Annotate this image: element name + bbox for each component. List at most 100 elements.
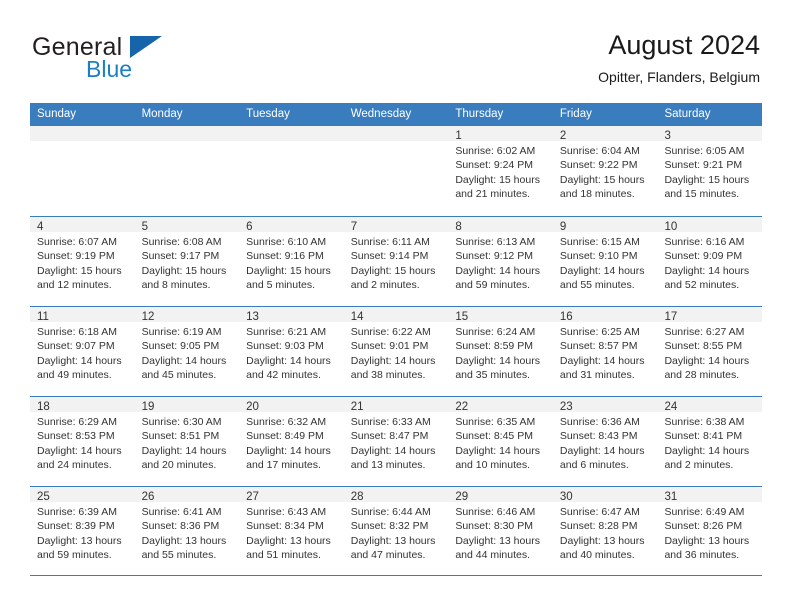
day-number: 5	[141, 221, 148, 233]
calendar-day-cell[interactable]: 10 Sunrise: 6:16 AM Sunset: 9:09 PM Dayligh…	[657, 217, 763, 306]
day-sun-info: Sunrise: 6:07 AM Sunset: 9:19 PM Daylight:…	[30, 232, 135, 293]
daylight-text-line2: and 24 minutes.	[37, 459, 112, 472]
sunset-text: Sunset: 9:14 PM	[350, 250, 429, 263]
calendar-day-cell[interactable]: 28 Sunrise: 6:44 AM Sunset: 8:32 PM Dayligh…	[343, 487, 449, 575]
sunset-text: Sunset: 9:09 PM	[664, 250, 743, 263]
daylight-text-line1: Daylight: 14 hours	[37, 444, 122, 457]
calendar-day-cell[interactable]: 11 Sunrise: 6:18 AM Sunset: 9:07 PM Dayligh…	[30, 307, 135, 396]
day-number-strip	[343, 126, 449, 141]
sunrise-text: Sunrise: 6:49 AM	[664, 506, 745, 518]
calendar-day-cell[interactable]: 24 Sunrise: 6:38 AM Sunset: 8:41 PM Dayligh…	[657, 397, 763, 486]
day-number-strip: 26	[134, 487, 240, 503]
calendar-day-cell-empty	[239, 126, 344, 216]
daylight-text-line1: Daylight: 15 hours	[246, 264, 331, 277]
sunset-text: Sunset: 8:55 PM	[664, 340, 743, 353]
calendar-day-cell[interactable]: 17 Sunrise: 6:27 AM Sunset: 8:55 PM Dayligh…	[657, 307, 763, 396]
day-number-strip: 8	[448, 217, 553, 233]
daylight-text-line1: Daylight: 15 hours	[455, 173, 540, 186]
calendar-day-cell[interactable]: 30 Sunrise: 6:47 AM Sunset: 8:28 PM Dayligh…	[552, 487, 658, 575]
day-number: 24	[664, 401, 678, 413]
calendar-day-cell[interactable]: 6 Sunrise: 6:10 AM Sunset: 9:16 PM Daylight…	[239, 217, 344, 306]
day-sun-info: Sunrise: 6:10 AM Sunset: 9:16 PM Daylight:…	[239, 232, 344, 293]
sunrise-text: Sunrise: 6:05 AM	[664, 145, 745, 157]
calendar-day-cell[interactable]: 5 Sunrise: 6:08 AM Sunset: 9:17 PM Daylight…	[134, 217, 240, 306]
sunrise-text: Sunrise: 6:04 AM	[559, 145, 640, 157]
sunrise-text: Sunrise: 6:43 AM	[246, 506, 327, 518]
calendar-day-cell[interactable]: 12 Sunrise: 6:19 AM Sunset: 9:05 PM Dayligh…	[134, 307, 240, 396]
day-sun-info: Sunrise: 6:15 AM Sunset: 9:10 PM Daylight:…	[553, 232, 658, 293]
daylight-text-line1: Daylight: 14 hours	[37, 354, 122, 367]
daylight-text-line2: and 17 minutes.	[246, 459, 321, 472]
calendar-day-cell[interactable]: 20 Sunrise: 6:32 AM Sunset: 8:49 PM Dayligh…	[239, 397, 344, 486]
sunrise-text: Sunrise: 6:24 AM	[455, 326, 536, 338]
sunset-text: Sunset: 8:36 PM	[141, 520, 220, 533]
day-number-strip	[134, 126, 240, 141]
calendar-day-cell[interactable]: 23 Sunrise: 6:36 AM Sunset: 8:43 PM Dayligh…	[552, 397, 658, 486]
calendar-day-cell[interactable]: 31 Sunrise: 6:49 AM Sunset: 8:26 PM Dayligh…	[657, 487, 763, 575]
day-number-strip: 7	[343, 217, 449, 233]
daylight-text-line1: Daylight: 14 hours	[350, 444, 436, 457]
calendar-day-cell-empty	[134, 126, 240, 216]
day-sun-info: Sunrise: 6:29 AM Sunset: 8:53 PM Daylight:…	[30, 412, 135, 473]
calendar-day-cell[interactable]: 27 Sunrise: 6:43 AM Sunset: 8:34 PM Dayligh…	[239, 487, 344, 575]
sunrise-text: Sunrise: 6:21 AM	[246, 326, 327, 338]
calendar-day-cell[interactable]: 7 Sunrise: 6:11 AM Sunset: 9:14 PM Daylight…	[343, 217, 449, 306]
weekday-header-sunday: Sunday	[37, 108, 77, 120]
sunrise-text: Sunrise: 6:25 AM	[559, 326, 640, 338]
sunset-text: Sunset: 8:47 PM	[350, 430, 429, 443]
daylight-text-line2: and 36 minutes.	[664, 549, 740, 562]
day-number-strip: 5	[134, 217, 240, 233]
day-number: 16	[559, 311, 573, 323]
day-number: 6	[246, 221, 253, 233]
weekday-header-row: Sunday Monday Tuesday Wednesday Thursday…	[30, 103, 762, 126]
sunset-text: Sunset: 9:12 PM	[455, 250, 533, 263]
day-number: 9	[559, 221, 567, 233]
day-number: 11	[37, 311, 49, 323]
calendar-day-cell[interactable]: 15 Sunrise: 6:24 AM Sunset: 8:59 PM Dayligh…	[448, 307, 553, 396]
sunset-text: Sunset: 9:10 PM	[559, 250, 638, 263]
calendar-day-cell[interactable]: 4 Sunrise: 6:07 AM Sunset: 9:19 PM Daylight…	[30, 217, 135, 306]
daylight-text-line1: Daylight: 14 hours	[455, 444, 540, 457]
day-number-strip: 3	[657, 126, 763, 142]
calendar-day-cell[interactable]: 14 Sunrise: 6:22 AM Sunset: 9:01 PM Dayligh…	[343, 307, 449, 396]
daylight-text-line1: Daylight: 15 hours	[141, 264, 227, 277]
calendar-day-cell[interactable]: 25 Sunrise: 6:39 AM Sunset: 8:39 PM Dayligh…	[30, 487, 135, 575]
daylight-text-line1: Daylight: 14 hours	[664, 264, 750, 277]
day-number: 28	[350, 491, 364, 503]
calendar-day-cell[interactable]: 2 Sunrise: 6:04 AM Sunset: 9:22 PM Daylight…	[552, 126, 658, 216]
calendar-day-cell[interactable]: 1 Sunrise: 6:02 AM Sunset: 9:24 PM Daylight…	[448, 126, 553, 216]
daylight-text-line2: and 6 minutes.	[559, 459, 629, 472]
day-sun-info: Sunrise: 6:18 AM Sunset: 9:07 PM Daylight:…	[30, 322, 135, 383]
daylight-text-line2: and 59 minutes.	[37, 549, 112, 562]
calendar-day-cell[interactable]: 13 Sunrise: 6:21 AM Sunset: 9:03 PM Dayligh…	[239, 307, 344, 396]
day-number: 25	[37, 491, 50, 503]
day-sun-info: Sunrise: 6:13 AM Sunset: 9:12 PM Daylight:…	[448, 232, 553, 293]
calendar-weeks: 1 Sunrise: 6:02 AM Sunset: 9:24 PM Daylight…	[30, 126, 763, 576]
day-number: 7	[350, 221, 358, 233]
day-number: 18	[37, 401, 50, 413]
daylight-text-line2: and 10 minutes.	[455, 459, 531, 472]
calendar-day-cell[interactable]: 29 Sunrise: 6:46 AM Sunset: 8:30 PM Dayligh…	[448, 487, 553, 575]
sunrise-text: Sunrise: 6:39 AM	[37, 506, 117, 518]
calendar-week-row: 4 Sunrise: 6:07 AM Sunset: 9:19 PM Daylight…	[30, 216, 763, 306]
calendar-day-cell[interactable]: 16 Sunrise: 6:25 AM Sunset: 8:57 PM Dayligh…	[552, 307, 658, 396]
general-blue-logo[interactable]: General Blue	[32, 33, 272, 89]
calendar-day-cell[interactable]: 18 Sunrise: 6:29 AM Sunset: 8:53 PM Dayligh…	[30, 397, 135, 486]
day-number: 10	[664, 221, 678, 233]
weekday-header-saturday: Saturday	[664, 108, 711, 120]
day-number: 14	[350, 311, 364, 323]
calendar-day-cell[interactable]: 21 Sunrise: 6:33 AM Sunset: 8:47 PM Dayligh…	[343, 397, 449, 486]
sunset-text: Sunset: 8:51 PM	[141, 430, 220, 443]
daylight-text-line2: and 15 minutes.	[664, 188, 740, 201]
calendar-day-cell[interactable]: 8 Sunrise: 6:13 AM Sunset: 9:12 PM Daylight…	[448, 217, 553, 306]
daylight-text-line2: and 13 minutes.	[350, 459, 426, 472]
calendar-day-cell[interactable]: 3 Sunrise: 6:05 AM Sunset: 9:21 PM Daylight…	[657, 126, 763, 216]
daylight-text-line2: and 18 minutes.	[559, 188, 635, 201]
calendar-day-cell[interactable]: 26 Sunrise: 6:41 AM Sunset: 8:36 PM Dayligh…	[134, 487, 240, 575]
calendar-day-cell[interactable]: 22 Sunrise: 6:35 AM Sunset: 8:45 PM Dayligh…	[448, 397, 553, 486]
sunset-text: Sunset: 9:07 PM	[37, 340, 115, 353]
calendar-day-cell[interactable]: 19 Sunrise: 6:30 AM Sunset: 8:51 PM Dayligh…	[134, 397, 240, 486]
calendar-grid: Sunday Monday Tuesday Wednesday Thursday…	[30, 103, 763, 576]
calendar-day-cell[interactable]: 9 Sunrise: 6:15 AM Sunset: 9:10 PM Daylight…	[552, 217, 658, 306]
page-title: August 2024	[608, 30, 760, 60]
